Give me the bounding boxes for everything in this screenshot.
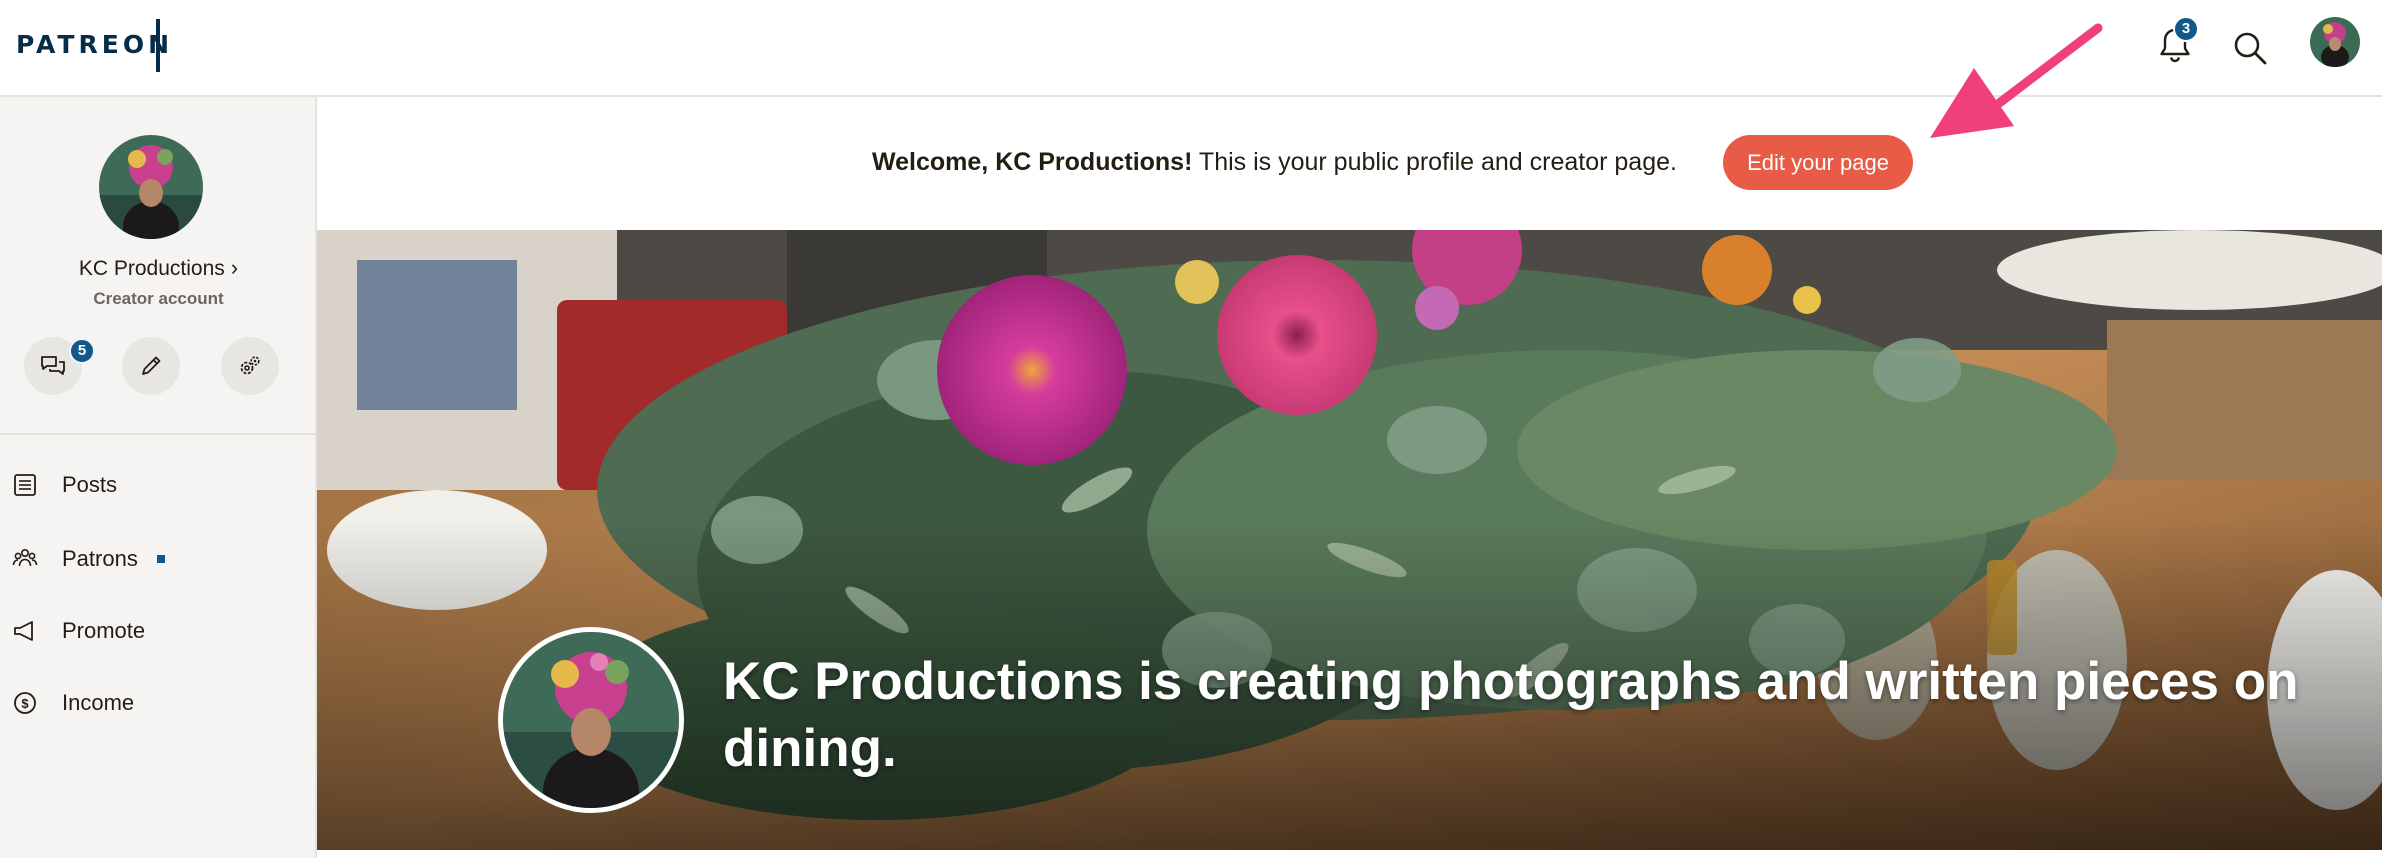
patreon-logo[interactable]: PATREON [16, 30, 173, 59]
people-icon [10, 544, 40, 574]
welcome-description: This is your public profile and creator … [1198, 148, 1677, 176]
chat-icon [41, 356, 65, 375]
edit-button[interactable] [122, 337, 180, 395]
sidebar-item-income[interactable]: $ Income [0, 675, 315, 731]
creator-avatar[interactable] [99, 135, 203, 239]
sidebar-item-label: Income [62, 690, 135, 715]
notification-count-badge: 3 [2173, 16, 2199, 42]
chevron-right-icon: › [230, 255, 239, 280]
creator-headline: KC Productions is creating photographs a… [723, 652, 2299, 778]
messages-count-badge: 5 [69, 338, 95, 364]
document-icon [10, 470, 40, 500]
sidebar-item-patrons[interactable]: Patrons [0, 531, 315, 587]
user-avatar[interactable] [2310, 17, 2360, 67]
sidebar-item-label: Promote [62, 618, 146, 643]
sidebar-divider [0, 433, 315, 435]
gears-icon [240, 356, 260, 375]
annotation-arrow [1930, 23, 2103, 138]
sidebar-item-promote[interactable]: Promote [0, 603, 315, 659]
welcome-message: Welcome, KC Productions! This is your pu… [872, 148, 1677, 177]
account-name-link[interactable]: KC Productions › [0, 255, 317, 281]
svg-text:$: $ [21, 696, 29, 711]
edit-your-page-button[interactable]: Edit your page [1723, 135, 1913, 190]
sidebar-item-label: Patrons [62, 546, 138, 571]
account-name: KC Productions [78, 257, 225, 280]
account-type: Creator account [93, 289, 224, 308]
cover-image: KC Productions is creating photographs a… [317, 230, 2382, 850]
sidebar-item-posts[interactable]: Posts [0, 457, 315, 513]
sidebar: KC Productions › Creator account 5 Posts… [0, 97, 317, 858]
page-bottom-strip [317, 850, 2382, 858]
dollar-circle-icon: $ [10, 688, 40, 718]
sidebar-item-label: Posts [62, 472, 118, 497]
settings-button[interactable] [221, 337, 279, 395]
cover-creator-avatar[interactable] [498, 627, 684, 813]
logo-divider [156, 19, 160, 72]
pencil-icon [142, 356, 161, 375]
patrons-notification-dot [157, 555, 165, 563]
megaphone-icon [10, 616, 40, 646]
welcome-greeting: Welcome, KC Productions! [872, 148, 1193, 176]
search-icon[interactable] [2228, 26, 2272, 70]
